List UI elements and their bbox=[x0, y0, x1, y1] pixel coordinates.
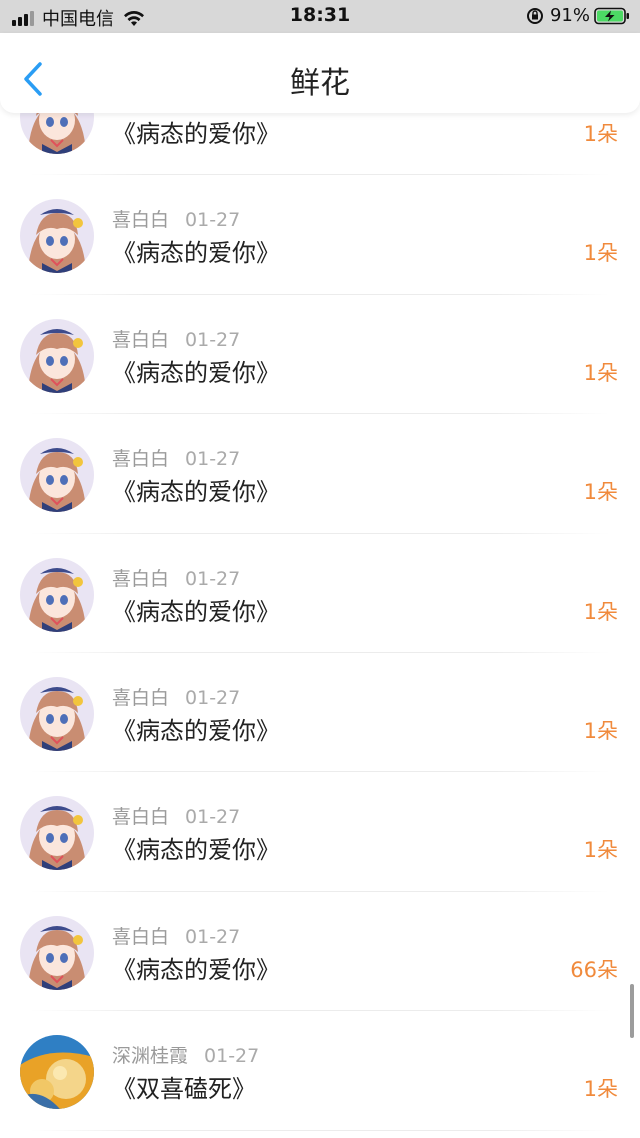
avatar[interactable] bbox=[20, 1035, 94, 1110]
gift-date: 01-27 bbox=[185, 925, 241, 948]
sender-name: 喜白白 bbox=[112, 209, 170, 232]
gift-date: 01-27 bbox=[185, 806, 241, 829]
gift-meta: 喜白白 01-27 bbox=[112, 922, 240, 949]
avatar[interactable] bbox=[20, 676, 94, 751]
gift-meta: 喜白白 01-27 bbox=[112, 564, 240, 591]
status-right: 91% bbox=[526, 5, 630, 26]
flower-count: 1朵 bbox=[583, 122, 618, 146]
avatar[interactable] bbox=[20, 438, 94, 513]
gift-meta: 喜白白 01-27 bbox=[112, 444, 240, 471]
flower-count: 1朵 bbox=[583, 480, 618, 505]
gift-meta: 喜白白 01-27 bbox=[112, 325, 240, 352]
battery-charging-icon bbox=[594, 7, 629, 24]
flower-count: 1朵 bbox=[583, 1077, 618, 1102]
gift-list-item[interactable]: 喜白白 01-27 《病态的爱你》 1朵 bbox=[0, 653, 640, 773]
song-title: 《病态的爱你》 bbox=[112, 955, 280, 984]
gift-list-item[interactable]: 深渊桂霞 01-27 《双喜磕死》 1朵 bbox=[0, 1011, 640, 1131]
navigation-bar: 鲜花 bbox=[0, 33, 640, 113]
row-divider bbox=[30, 1129, 610, 1131]
gift-list-item[interactable]: 喜白白 01-27 《病态的爱你》 66朵 bbox=[0, 892, 640, 1012]
flower-count: 1朵 bbox=[583, 718, 618, 743]
sender-name: 喜白白 bbox=[112, 448, 170, 471]
song-title: 《双喜磕死》 bbox=[112, 1075, 256, 1104]
gift-list-item[interactable]: 喜白白 01-27 《病态的爱你》 1朵 bbox=[0, 772, 640, 892]
flower-gift-list[interactable]: 《病态的爱你》 1朵 喜白白 01-27 《病态的爱你》 1朵 喜白白 01-27 … bbox=[0, 113, 640, 1138]
gift-meta: 喜白白 01-27 bbox=[112, 205, 240, 232]
avatar[interactable] bbox=[20, 915, 94, 990]
gift-date: 01-27 bbox=[185, 448, 241, 471]
avatar[interactable] bbox=[20, 557, 94, 632]
flower-count: 1朵 bbox=[583, 838, 618, 863]
gift-list-item[interactable]: 喜白白 01-27 《病态的爱你》 1朵 bbox=[0, 175, 640, 295]
gift-meta: 深渊桂霞 01-27 bbox=[112, 1041, 259, 1068]
gift-meta: 喜白白 01-27 bbox=[112, 802, 240, 829]
sender-name: 深渊桂霞 bbox=[112, 1045, 189, 1068]
flower-count: 66朵 bbox=[570, 957, 618, 982]
sender-name: 喜白白 bbox=[112, 925, 170, 948]
song-title: 《病态的爱你》 bbox=[112, 120, 280, 148]
page-title: 鲜花 bbox=[290, 66, 350, 101]
flower-count: 1朵 bbox=[583, 599, 618, 624]
song-title: 《病态的爱你》 bbox=[112, 478, 280, 507]
scrollbar[interactable] bbox=[630, 984, 634, 1038]
gift-date: 01-27 bbox=[185, 209, 241, 232]
flower-count: 1朵 bbox=[583, 241, 618, 266]
rotation-lock-icon bbox=[526, 7, 543, 24]
song-title: 《病态的爱你》 bbox=[112, 239, 280, 268]
song-title: 《病态的爱你》 bbox=[112, 597, 280, 626]
flower-count: 1朵 bbox=[583, 360, 618, 385]
gift-date: 01-27 bbox=[204, 1045, 260, 1068]
sender-name: 喜白白 bbox=[112, 806, 170, 829]
gift-date: 01-27 bbox=[185, 567, 241, 590]
avatar[interactable] bbox=[20, 796, 94, 871]
song-title: 《病态的爱你》 bbox=[112, 358, 280, 387]
status-bar: 中国电信 18:31 91% bbox=[0, 0, 640, 33]
avatar[interactable] bbox=[20, 113, 94, 154]
song-title: 《病态的爱你》 bbox=[112, 716, 280, 745]
gift-meta: 喜白白 01-27 bbox=[112, 683, 240, 710]
sender-name: 喜白白 bbox=[112, 328, 170, 351]
gift-date: 01-27 bbox=[185, 686, 241, 709]
sender-name: 喜白白 bbox=[112, 686, 170, 709]
avatar[interactable] bbox=[20, 318, 94, 393]
flower-gift-list-inner: 《病态的爱你》 1朵 喜白白 01-27 《病态的爱你》 1朵 喜白白 01-27 … bbox=[0, 113, 640, 1131]
song-title: 《病态的爱你》 bbox=[112, 836, 280, 865]
gift-list-item[interactable]: 喜白白 01-27 《病态的爱你》 1朵 bbox=[0, 295, 640, 415]
battery-percent: 91% bbox=[549, 5, 590, 26]
avatar[interactable] bbox=[20, 199, 94, 274]
sender-name: 喜白白 bbox=[112, 567, 170, 590]
gift-list-item[interactable]: 《病态的爱你》 1朵 bbox=[0, 113, 640, 176]
gift-list-item[interactable]: 喜白白 01-27 《病态的爱你》 1朵 bbox=[0, 534, 640, 653]
gift-list-item[interactable]: 喜白白 01-27 《病态的爱你》 1朵 bbox=[0, 414, 640, 534]
gift-date: 01-27 bbox=[185, 328, 241, 351]
